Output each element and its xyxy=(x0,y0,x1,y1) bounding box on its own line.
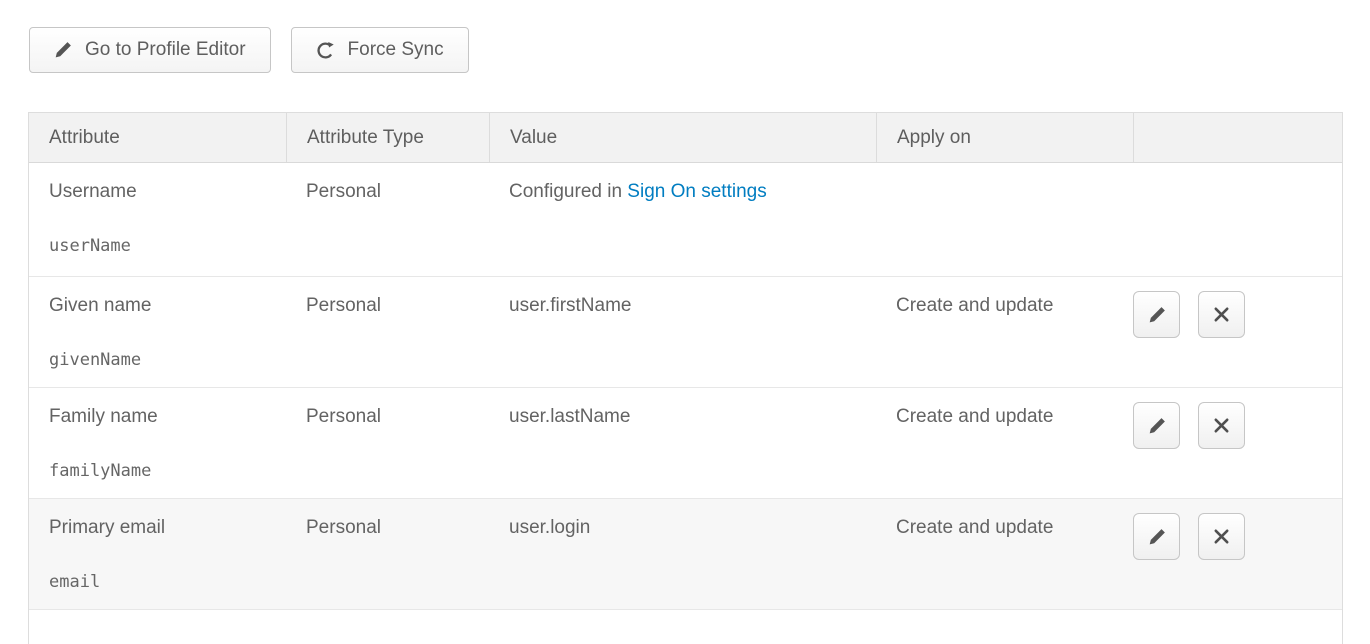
pencil-icon xyxy=(1148,306,1166,324)
refresh-icon xyxy=(316,41,335,60)
pencil-icon xyxy=(1148,528,1166,546)
table-row: Username userName Personal Configured in… xyxy=(29,163,1342,277)
edit-attribute-button[interactable] xyxy=(1133,291,1180,338)
apply-on-cell: Create and update xyxy=(876,499,1133,609)
attribute-variable: givenName xyxy=(49,349,276,372)
attribute-label: Primary email xyxy=(49,516,276,539)
sign-on-settings-link[interactable]: Sign On settings xyxy=(627,181,766,202)
value-cell: user.login xyxy=(489,499,876,609)
pencil-icon xyxy=(1148,417,1166,435)
attribute-type-cell: Personal xyxy=(286,163,489,276)
column-header-attribute-type: Attribute Type xyxy=(286,113,489,162)
attribute-type-cell: Personal xyxy=(286,388,489,498)
go-to-profile-editor-button[interactable]: Go to Profile Editor xyxy=(29,27,271,73)
value-prefix-text: Configured in xyxy=(509,181,627,202)
column-header-actions xyxy=(1133,113,1342,162)
pencil-icon xyxy=(54,41,72,59)
actions-cell xyxy=(1133,277,1342,387)
edit-attribute-button[interactable] xyxy=(1133,513,1180,560)
delete-attribute-button[interactable] xyxy=(1198,513,1245,560)
attribute-cell: Family name familyName xyxy=(29,388,286,498)
table-header: Attribute Attribute Type Value Apply on xyxy=(29,113,1342,163)
attribute-label: Family name xyxy=(49,405,276,428)
table-row xyxy=(29,610,1342,644)
go-to-profile-editor-label: Go to Profile Editor xyxy=(85,39,246,61)
toolbar: Go to Profile Editor Force Sync xyxy=(29,27,469,73)
attribute-cell: Primary email email xyxy=(29,499,286,609)
attribute-label: Given name xyxy=(49,294,276,317)
column-header-value: Value xyxy=(489,113,876,162)
apply-on-cell: Create and update xyxy=(876,388,1133,498)
attributes-table: Attribute Attribute Type Value Apply on … xyxy=(28,112,1343,644)
attribute-cell: Username userName xyxy=(29,163,286,276)
x-icon xyxy=(1212,527,1231,546)
attribute-variable: familyName xyxy=(49,460,276,483)
actions-cell xyxy=(1133,163,1342,276)
apply-on-cell xyxy=(876,163,1133,276)
edit-attribute-button[interactable] xyxy=(1133,402,1180,449)
value-cell: user.lastName xyxy=(489,388,876,498)
column-header-attribute: Attribute xyxy=(29,113,286,162)
apply-on-cell: Create and update xyxy=(876,277,1133,387)
x-icon xyxy=(1212,305,1231,324)
delete-attribute-button[interactable] xyxy=(1198,291,1245,338)
value-cell: Configured in Sign On settings xyxy=(489,163,876,276)
attribute-label: Username xyxy=(49,180,276,203)
actions-cell xyxy=(1133,388,1342,498)
value-cell: user.firstName xyxy=(489,277,876,387)
attribute-variable: userName xyxy=(49,235,276,258)
attribute-type-cell: Personal xyxy=(286,277,489,387)
table-row: Given name givenName Personal user.first… xyxy=(29,277,1342,388)
x-icon xyxy=(1212,416,1231,435)
attribute-variable: email xyxy=(49,571,276,594)
table-row: Family name familyName Personal user.las… xyxy=(29,388,1342,499)
attribute-type-cell: Personal xyxy=(286,499,489,609)
force-sync-button[interactable]: Force Sync xyxy=(291,27,469,73)
attribute-cell: Given name givenName xyxy=(29,277,286,387)
force-sync-label: Force Sync xyxy=(348,39,444,61)
table-row: Primary email email Personal user.login … xyxy=(29,499,1342,610)
delete-attribute-button[interactable] xyxy=(1198,402,1245,449)
column-header-apply-on: Apply on xyxy=(876,113,1133,162)
actions-cell xyxy=(1133,499,1342,609)
